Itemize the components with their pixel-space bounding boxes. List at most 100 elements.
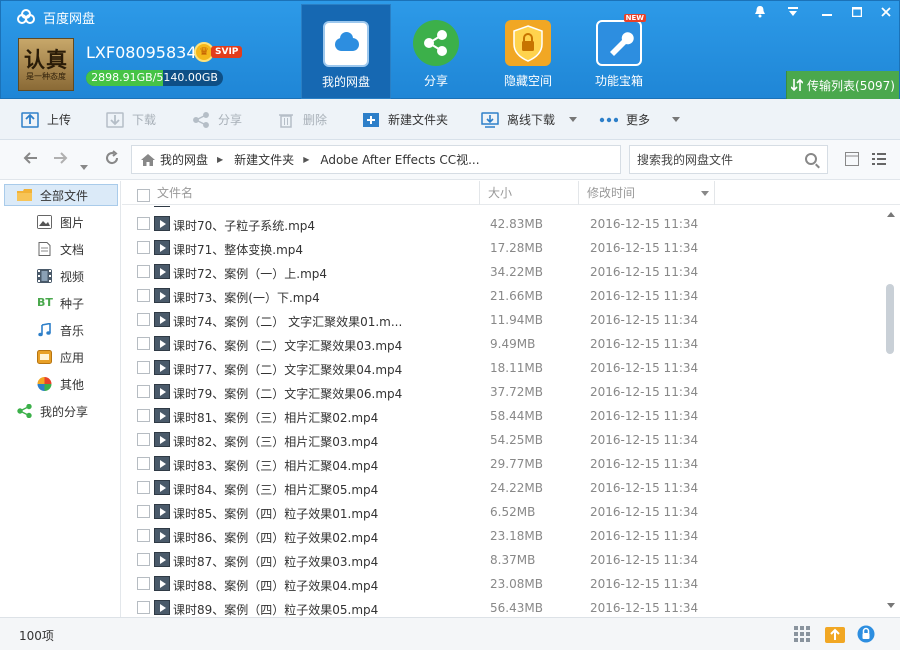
notification-bell-icon[interactable] bbox=[745, 1, 775, 23]
file-name[interactable]: 课时77、案例（二）文字汇聚效果04.mp4 bbox=[173, 361, 402, 378]
upload-button[interactable]: 上传 bbox=[21, 99, 71, 140]
row-checkbox[interactable] bbox=[137, 265, 150, 278]
grid-view-icon[interactable] bbox=[793, 625, 811, 643]
file-row[interactable]: 课时84、案例（三）相片汇聚05.mp4 24.22MB 2016-12-15 11… bbox=[122, 476, 882, 500]
scroll-up-arrow-icon[interactable] bbox=[887, 212, 895, 217]
file-row[interactable]: 课时83、案例（三）相片汇聚04.mp4 29.77MB 2016-12-15 11… bbox=[122, 452, 882, 476]
share-button[interactable]: 分享 bbox=[192, 99, 242, 140]
new-folder-button[interactable]: 新建文件夹 bbox=[362, 99, 448, 140]
lock-status-icon[interactable] bbox=[857, 625, 875, 643]
column-header-size[interactable]: 大小 bbox=[479, 181, 579, 205]
row-checkbox[interactable] bbox=[137, 529, 150, 542]
file-name[interactable]: 课时87、案例（四）粒子效果03.mp4 bbox=[173, 553, 378, 570]
transfer-list-button[interactable]: 传输列表(5097) bbox=[786, 71, 899, 99]
row-checkbox[interactable] bbox=[137, 481, 150, 494]
column-header-time[interactable]: 修改时间 bbox=[578, 181, 714, 205]
detail-view-icon[interactable] bbox=[872, 152, 886, 166]
tab-share[interactable]: 分享 bbox=[391, 4, 481, 99]
file-name[interactable]: 课时82、案例（三）相片汇聚03.mp4 bbox=[173, 433, 378, 450]
tab-toolbox[interactable]: NEW 功能宝箱 bbox=[574, 4, 664, 99]
more-button[interactable]: 更多 bbox=[598, 99, 681, 140]
sidebar-item-all-files[interactable]: 全部文件 bbox=[4, 184, 118, 206]
sidebar-item-documents[interactable]: 文档 bbox=[37, 238, 84, 260]
file-row[interactable]: 课时77、案例（二）文字汇聚效果04.mp4 18.11MB 2016-12-15 … bbox=[122, 356, 882, 380]
username[interactable]: LXF08095834 bbox=[86, 43, 197, 62]
row-checkbox[interactable] bbox=[137, 337, 150, 350]
file-name[interactable]: 课时79、案例（二）文字汇聚效果06.mp4 bbox=[173, 385, 402, 402]
file-row[interactable]: 课时82、案例（三）相片汇聚03.mp4 54.25MB 2016-12-15 11… bbox=[122, 428, 882, 452]
back-arrow-icon[interactable] bbox=[22, 150, 38, 169]
history-dropdown-icon[interactable] bbox=[80, 156, 88, 175]
select-all-checkbox[interactable] bbox=[137, 186, 150, 202]
menu-dropdown-icon[interactable] bbox=[778, 1, 808, 23]
file-row[interactable]: 课时76、案例（二）文字汇聚效果03.mp4 9.49MB 2016-12-15 1… bbox=[122, 332, 882, 356]
row-checkbox[interactable] bbox=[137, 217, 150, 230]
download-button[interactable]: 下载 bbox=[106, 99, 156, 140]
breadcrumb-item[interactable]: 我的网盘 bbox=[160, 151, 208, 168]
file-row[interactable]: 课时70、子粒子系统.mp4 42.83MB 2016-12-15 11:34 bbox=[122, 212, 882, 236]
row-checkbox[interactable] bbox=[137, 289, 150, 302]
scroll-down-arrow-icon[interactable] bbox=[887, 603, 895, 608]
file-row[interactable]: 课时86、案例（四）粒子效果02.mp4 23.18MB 2016-12-15 11… bbox=[122, 524, 882, 548]
file-name[interactable]: 课时72、案例（一）上.mp4 bbox=[173, 265, 327, 282]
file-name[interactable]: 课时86、案例（四）粒子效果02.mp4 bbox=[173, 529, 378, 546]
sidebar-item-music[interactable]: 音乐 bbox=[37, 319, 84, 341]
row-checkbox[interactable] bbox=[137, 553, 150, 566]
file-name[interactable]: 课时70、子粒子系统.mp4 bbox=[173, 217, 315, 234]
file-name[interactable]: 课时71、整体变换.mp4 bbox=[173, 241, 303, 258]
tab-my-drive[interactable]: 我的网盘 bbox=[301, 4, 391, 99]
avatar[interactable]: 认真 是一种态度 bbox=[18, 38, 74, 91]
sidebar-item-images[interactable]: 图片 bbox=[37, 211, 84, 233]
file-row[interactable]: 课时81、案例（三）相片汇聚02.mp4 58.44MB 2016-12-15 11… bbox=[122, 404, 882, 428]
file-row[interactable]: 课时72、案例（一）上.mp4 34.22MB 2016-12-15 11:34 bbox=[122, 260, 882, 284]
file-name[interactable]: 课时85、案例（四）粒子效果01.mp4 bbox=[173, 505, 378, 522]
row-checkbox[interactable] bbox=[137, 601, 150, 614]
file-name[interactable]: 课时74、案例（二） 文字汇聚效果01.m... bbox=[173, 313, 402, 330]
row-checkbox[interactable] bbox=[137, 433, 150, 446]
row-checkbox[interactable] bbox=[137, 505, 150, 518]
upload-arrow-icon[interactable] bbox=[825, 625, 845, 643]
file-row[interactable]: 课时79、案例（二）文字汇聚效果06.mp4 37.72MB 2016-12-15 … bbox=[122, 380, 882, 404]
list-view-toggle-icon[interactable] bbox=[845, 152, 859, 166]
breadcrumb-item[interactable]: 新建文件夹 bbox=[234, 151, 294, 168]
file-name[interactable]: 课时84、案例（三）相片汇聚05.mp4 bbox=[173, 481, 378, 498]
row-checkbox[interactable] bbox=[137, 361, 150, 374]
file-row[interactable]: 课时74、案例（二） 文字汇聚效果01.m... 11.94MB 2016-12-1… bbox=[122, 308, 882, 332]
vertical-scrollbar[interactable] bbox=[882, 206, 900, 616]
file-row[interactable]: 课时85、案例（四）粒子效果01.mp4 6.52MB 2016-12-15 11:… bbox=[122, 500, 882, 524]
file-name[interactable]: 课时76、案例（二）文字汇聚效果03.mp4 bbox=[173, 337, 402, 354]
file-row[interactable]: 课时73、案例(一）下.mp4 21.66MB 2016-12-15 11:34 bbox=[122, 284, 882, 308]
sidebar-item-torrents[interactable]: BT 种子 bbox=[37, 292, 84, 314]
minimize-icon[interactable] bbox=[812, 1, 842, 23]
file-row[interactable]: 课时87、案例（四）粒子效果03.mp4 8.37MB 2016-12-15 11:… bbox=[122, 548, 882, 572]
maximize-icon[interactable] bbox=[842, 1, 872, 23]
delete-button[interactable]: 删除 bbox=[277, 99, 327, 140]
scrollbar-thumb[interactable] bbox=[886, 284, 894, 354]
sidebar-item-apps[interactable]: 应用 bbox=[37, 346, 84, 368]
column-header-name[interactable]: 文件名 bbox=[157, 181, 193, 205]
refresh-icon[interactable] bbox=[104, 150, 120, 170]
close-icon[interactable] bbox=[871, 1, 900, 23]
search-icon[interactable] bbox=[805, 153, 817, 165]
sidebar-item-videos[interactable]: 视频 bbox=[37, 265, 84, 287]
row-checkbox[interactable] bbox=[137, 457, 150, 470]
file-name[interactable]: 课时83、案例（三）相片汇聚04.mp4 bbox=[173, 457, 378, 474]
forward-arrow-icon[interactable] bbox=[53, 150, 69, 169]
sidebar-item-other[interactable]: 其他 bbox=[37, 373, 84, 395]
offline-download-button[interactable]: 离线下载 bbox=[481, 99, 578, 140]
sidebar-item-my-shares[interactable]: 我的分享 bbox=[17, 400, 88, 422]
file-row[interactable]: 课时88、案例（四）粒子效果04.mp4 23.08MB 2016-12-15 11… bbox=[122, 572, 882, 596]
search-input[interactable] bbox=[630, 146, 790, 173]
row-checkbox[interactable] bbox=[137, 385, 150, 398]
row-checkbox[interactable] bbox=[137, 409, 150, 422]
svip-badge[interactable]: ♛ SVIP bbox=[194, 42, 243, 62]
row-checkbox[interactable] bbox=[137, 577, 150, 590]
row-checkbox[interactable] bbox=[137, 241, 150, 254]
row-checkbox[interactable] bbox=[137, 313, 150, 326]
file-name[interactable]: 课时89、案例（四）粒子效果05.mp4 bbox=[173, 601, 378, 616]
file-row[interactable]: 课时89、案例（四）粒子效果05.mp4 56.43MB 2016-12-15 11… bbox=[122, 596, 882, 616]
tab-hidden-space[interactable]: 隐藏空间 bbox=[483, 4, 573, 99]
breadcrumb-item[interactable]: Adobe After Effects CC视... bbox=[320, 151, 479, 168]
file-name[interactable]: 课时81、案例（三）相片汇聚02.mp4 bbox=[173, 409, 378, 426]
file-row[interactable]: 课时71、整体变换.mp4 17.28MB 2016-12-15 11:34 bbox=[122, 236, 882, 260]
